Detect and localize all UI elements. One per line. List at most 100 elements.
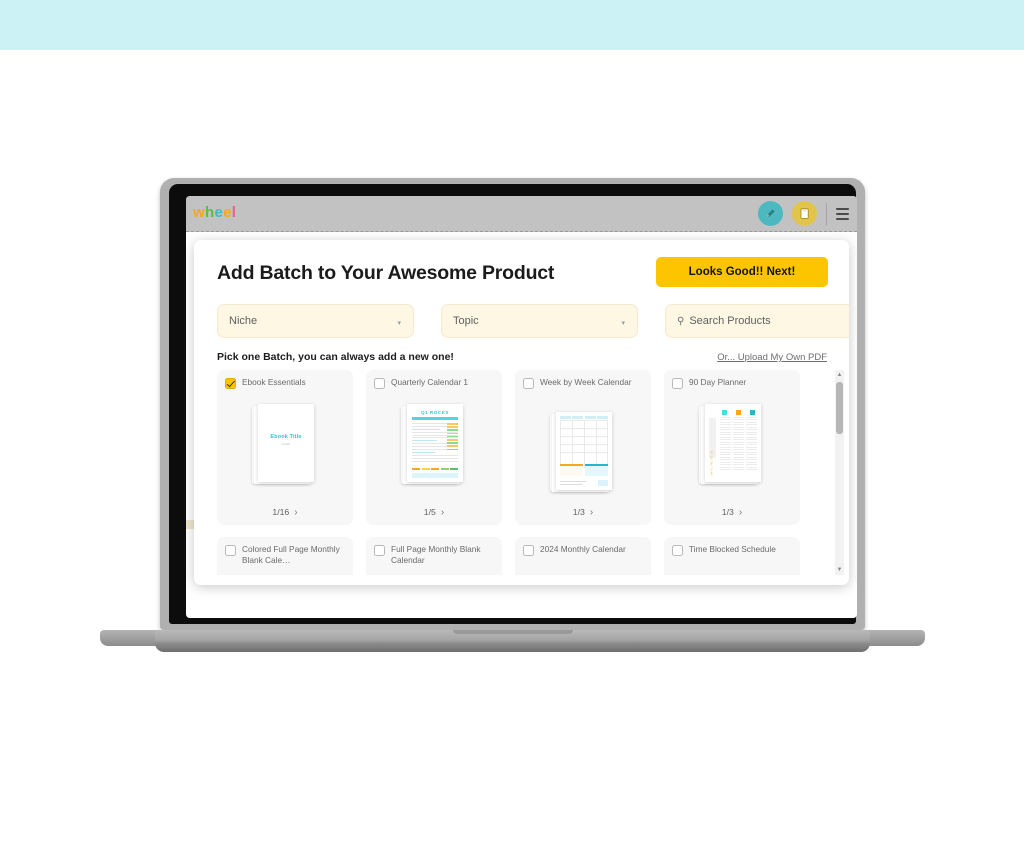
product-pager: 1/3 ›	[664, 507, 800, 518]
topbar-icon-group	[758, 201, 849, 226]
product-card-title: Quarterly Calendar 1	[391, 377, 469, 387]
product-card[interactable]: Ebook Essentials Ebook Title Subtitle 1/…	[217, 370, 353, 525]
logo-letter-e2: e	[223, 204, 232, 221]
product-card-header: 2024 Monthly Calendar	[523, 544, 643, 556]
product-checkbox[interactable]	[225, 545, 236, 556]
next-page-arrow-icon[interactable]: ›	[590, 507, 593, 518]
product-card-title: Time Blocked Schedule	[689, 544, 776, 554]
laptop-base-left	[100, 630, 158, 646]
thumbnail-page: MY 90 DAY PLAN	[705, 404, 761, 482]
product-card-header: Quarterly Calendar 1	[374, 377, 494, 389]
topbar-divider	[826, 202, 827, 225]
product-card-header: Colored Full Page Monthly Blank Cale…	[225, 544, 345, 566]
filter-row: Niche ▾ Topic ▾ ⚲ Search Products	[217, 304, 849, 338]
thumb-planner-side-text: MY 90 DAY PLAN	[709, 451, 713, 476]
product-card-title: 2024 Monthly Calendar	[540, 544, 626, 554]
document-icon-glyph	[800, 207, 809, 219]
thumb-ebook-title: Ebook Title	[270, 434, 302, 440]
laptop-base	[155, 630, 870, 652]
product-checkbox[interactable]	[374, 545, 385, 556]
product-card-header: 90 Day Planner	[672, 377, 792, 389]
product-pager-count: 1/3	[572, 507, 585, 517]
app-logo[interactable]: wheel	[193, 204, 236, 221]
product-checkbox[interactable]	[225, 378, 236, 389]
product-card-title: Full Page Monthly Blank Calendar	[391, 544, 481, 565]
logo-letter-l: l	[231, 204, 237, 221]
laptop-base-right	[867, 630, 925, 646]
product-pager: 1/16 ›	[217, 507, 353, 518]
thumbnail-page	[556, 412, 612, 490]
product-checkbox[interactable]	[672, 545, 683, 556]
product-checkbox[interactable]	[523, 378, 534, 389]
next-button[interactable]: Looks Good!! Next!	[656, 257, 828, 287]
laptop-lid: wheel Add Batch to Your Awesome Product …	[160, 178, 865, 630]
product-pager-count: 1/3	[721, 507, 734, 517]
product-card-title: Ebook Essentials	[242, 377, 306, 387]
search-icon: ⚲	[677, 315, 685, 327]
product-card[interactable]: 90 Day Planner MY 90 DAY PLAN 1/3 ›	[664, 370, 800, 525]
thumbnail-page: Q1 ROCKS	[407, 404, 463, 482]
brush-icon[interactable]	[758, 201, 783, 226]
product-card[interactable]: Full Page Monthly Blank Calendar	[366, 537, 502, 575]
product-card[interactable]: 2024 Monthly Calendar JANUARY	[515, 537, 651, 575]
product-pager-count: 1/16	[272, 507, 290, 517]
product-thumbnail: MY 90 DAY PLAN	[664, 404, 800, 500]
thumbnail-page: Ebook Title Subtitle	[258, 404, 314, 482]
brush-icon-glyph	[767, 209, 775, 217]
scroll-up-arrow-icon[interactable]: ▲	[835, 370, 844, 380]
laptop-bezel: wheel Add Batch to Your Awesome Product …	[169, 184, 857, 624]
product-card-header: Full Page Monthly Blank Calendar	[374, 544, 494, 566]
cards-scrollbar[interactable]: ▲ ▼	[835, 370, 844, 575]
add-batch-modal: Add Batch to Your Awesome Product Looks …	[194, 240, 849, 585]
laptop-mockup: wheel Add Batch to Your Awesome Product …	[100, 178, 925, 658]
product-card-header: Time Blocked Schedule	[672, 544, 792, 556]
product-checkbox[interactable]	[672, 378, 683, 389]
scroll-down-arrow-icon[interactable]: ▼	[835, 565, 844, 575]
product-card[interactable]: Week by Week Calendar 1/3 ›	[515, 370, 651, 525]
next-page-arrow-icon[interactable]: ›	[294, 507, 297, 518]
upload-own-pdf-link[interactable]: Or... Upload My Own PDF	[717, 352, 827, 363]
product-thumbnail: Q1 ROCKS	[366, 404, 502, 500]
product-pager-count: 1/5	[423, 507, 436, 517]
topic-select-value: Topic	[453, 315, 479, 327]
product-card[interactable]: Quarterly Calendar 1 Q1 ROCKS 1/5 ›	[366, 370, 502, 525]
app-topbar: wheel	[186, 196, 857, 232]
product-pager: 1/3 ›	[515, 507, 651, 518]
product-checkbox[interactable]	[374, 378, 385, 389]
pick-batch-row: Pick one Batch, you can always add a new…	[217, 351, 827, 363]
top-banner	[0, 0, 1024, 50]
product-card-title: 90 Day Planner	[689, 377, 747, 387]
search-input-value: Search Products	[689, 315, 771, 327]
logo-letter-w: w	[193, 204, 205, 221]
laptop-base-notch	[452, 630, 573, 634]
niche-select-value: Niche	[229, 315, 258, 327]
product-card-title: Week by Week Calendar	[540, 377, 632, 387]
search-input[interactable]: ⚲ Search Products	[665, 304, 849, 338]
thumb-ebook-subtitle: Subtitle	[281, 443, 291, 446]
scrollbar-thumb[interactable]	[836, 382, 843, 434]
chevron-down-icon: ▾	[621, 320, 625, 327]
product-card-title: Colored Full Page Monthly Blank Cale…	[242, 544, 340, 565]
pick-batch-label: Pick one Batch, you can always add a new…	[217, 351, 454, 363]
niche-select[interactable]: Niche ▾	[217, 304, 414, 338]
chevron-down-icon: ▾	[397, 320, 401, 327]
product-pager: 1/5 ›	[366, 507, 502, 518]
product-checkbox[interactable]	[523, 545, 534, 556]
next-page-arrow-icon[interactable]: ›	[441, 507, 444, 518]
hamburger-menu-icon[interactable]	[836, 207, 849, 220]
product-card-header: Week by Week Calendar	[523, 377, 643, 389]
product-cards-grid: Ebook Essentials Ebook Title Subtitle 1/…	[217, 370, 829, 575]
logo-letter-e1: e	[214, 204, 224, 221]
laptop-screen: wheel Add Batch to Your Awesome Product …	[186, 196, 857, 618]
document-icon[interactable]	[792, 201, 817, 226]
page-title: Add Batch to Your Awesome Product	[217, 262, 555, 284]
product-card[interactable]: Colored Full Page Monthly Blank Cale…	[217, 537, 353, 575]
thumb-q1-title: Q1 ROCKS	[421, 410, 449, 415]
product-card-header: Ebook Essentials	[225, 377, 345, 389]
product-thumbnail: Ebook Title Subtitle	[217, 404, 353, 500]
topic-select[interactable]: Topic ▾	[441, 304, 638, 338]
product-cards-viewport: Ebook Essentials Ebook Title Subtitle 1/…	[217, 370, 829, 575]
next-page-arrow-icon[interactable]: ›	[739, 507, 742, 518]
product-card[interactable]: Time Blocked Schedule time blocked sched…	[664, 537, 800, 575]
product-thumbnail	[515, 412, 651, 508]
